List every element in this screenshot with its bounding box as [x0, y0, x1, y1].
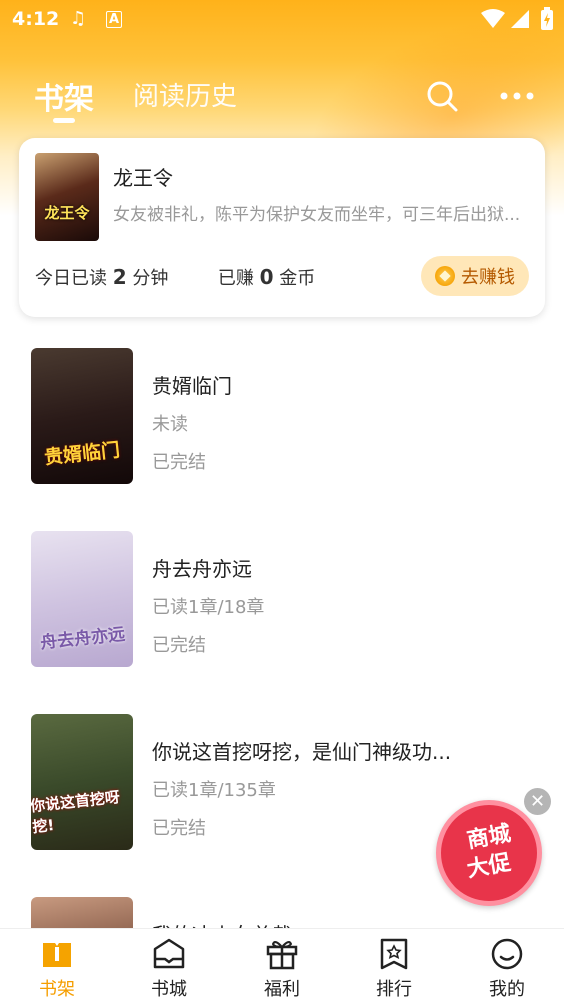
tab-reading-history[interactable]: 阅读历史 [133, 76, 237, 113]
earn-money-button[interactable]: 去赚钱 [421, 256, 529, 296]
book-status: 已完结 [152, 635, 206, 656]
mall-promo-badge[interactable]: 商城 大促 [436, 800, 542, 906]
minutes-unit: 分钟 [132, 268, 169, 289]
status-time: 4:12 [12, 8, 60, 30]
book-progress: 已读1章/135章 [152, 780, 276, 801]
earned-coins: 0 [259, 265, 274, 289]
bookshelf-icon [43, 943, 71, 967]
book-cover[interactable] [31, 897, 133, 928]
book-status: 已完结 [152, 452, 206, 473]
book-title[interactable]: 龙王令 [113, 162, 173, 191]
promo-line-2: 大促 [465, 850, 513, 883]
nav-label: 福利 [264, 979, 300, 1000]
bottom-nav: 书架 书城 福利 排行 我的 [0, 928, 564, 1004]
book-progress: 已读1章/18章 [152, 597, 265, 618]
status-bar: 4:12 ♫ A [0, 0, 564, 40]
cover-title: 龙王令 [44, 204, 90, 222]
gift-icon [266, 941, 298, 970]
nav-item-ranking[interactable]: 排行 [349, 937, 439, 1001]
book-store-icon [153, 938, 185, 969]
earned-label: 已赚 [217, 268, 254, 289]
book-description: 女友被非礼，陈平为保护女友而坐牢，可三年后出狱... [113, 205, 521, 225]
read-minutes: 2 [112, 265, 127, 289]
book-title[interactable]: 贵婿临门 [152, 370, 232, 399]
nav-item-store[interactable]: 书城 [124, 937, 214, 1001]
ranking-icon [380, 938, 408, 970]
cover-title: 舟去舟亦远 [38, 624, 126, 654]
cover-title: 贵婿临门 [43, 439, 122, 469]
current-reading-card[interactable]: 龙王令 龙王令 女友被非礼，陈平为保护女友而坐牢，可三年后出狱... 今日已读 … [19, 138, 545, 317]
tab-active-indicator [53, 118, 75, 123]
book-cover[interactable]: 贵婿临门 [31, 348, 133, 484]
coin-icon [435, 266, 455, 286]
music-note-icon: ♫ [70, 8, 87, 29]
nav-label: 我的 [489, 979, 525, 1000]
nav-item-bookshelf[interactable]: 书架 [12, 937, 102, 1001]
nav-label: 排行 [376, 979, 412, 1000]
wifi-icon [481, 9, 505, 28]
coins-unit: 金币 [279, 268, 316, 289]
book-title[interactable]: 舟去舟亦远 [152, 553, 252, 582]
book-cover[interactable]: 你说这首挖呀挖! [31, 714, 133, 850]
book-title[interactable]: 我的冰山女总裁 [152, 919, 292, 928]
nav-label: 书城 [151, 979, 187, 1000]
list-item[interactable]: 舟去舟亦远 舟去舟亦远 已读1章/18章 已完结 [0, 511, 564, 671]
earn-button-label: 去赚钱 [461, 267, 515, 288]
a-badge-icon: A [106, 11, 123, 28]
signal-icon [511, 10, 529, 28]
book-status: 已完结 [152, 818, 206, 839]
book-title[interactable]: 你说这首挖呀挖，是仙门神级功... [152, 736, 451, 765]
book-cover[interactable]: 龙王令 [35, 153, 99, 241]
top-tabs: 书架 阅读历史 [0, 70, 564, 126]
nav-item-profile[interactable]: 我的 [462, 937, 552, 1001]
tab-shelf[interactable]: 书架 [34, 74, 94, 118]
battery-icon [541, 7, 553, 30]
search-icon[interactable] [426, 80, 458, 112]
book-progress: 未读 [152, 414, 188, 435]
reading-stats: 今日已读 2 分钟 已赚 0 金币 [35, 264, 315, 290]
nav-label: 书架 [39, 979, 75, 1000]
list-item[interactable]: 贵婿临门 贵婿临门 未读 已完结 [0, 328, 564, 488]
close-icon[interactable]: ✕ [524, 788, 551, 815]
cover-title: 你说这首挖呀挖! [31, 788, 121, 837]
profile-icon [491, 938, 523, 970]
book-cover[interactable]: 舟去舟亦远 [31, 531, 133, 667]
nav-item-welfare[interactable]: 福利 [237, 937, 327, 1001]
more-icon[interactable] [500, 88, 534, 104]
read-today-label: 今日已读 [35, 268, 107, 289]
